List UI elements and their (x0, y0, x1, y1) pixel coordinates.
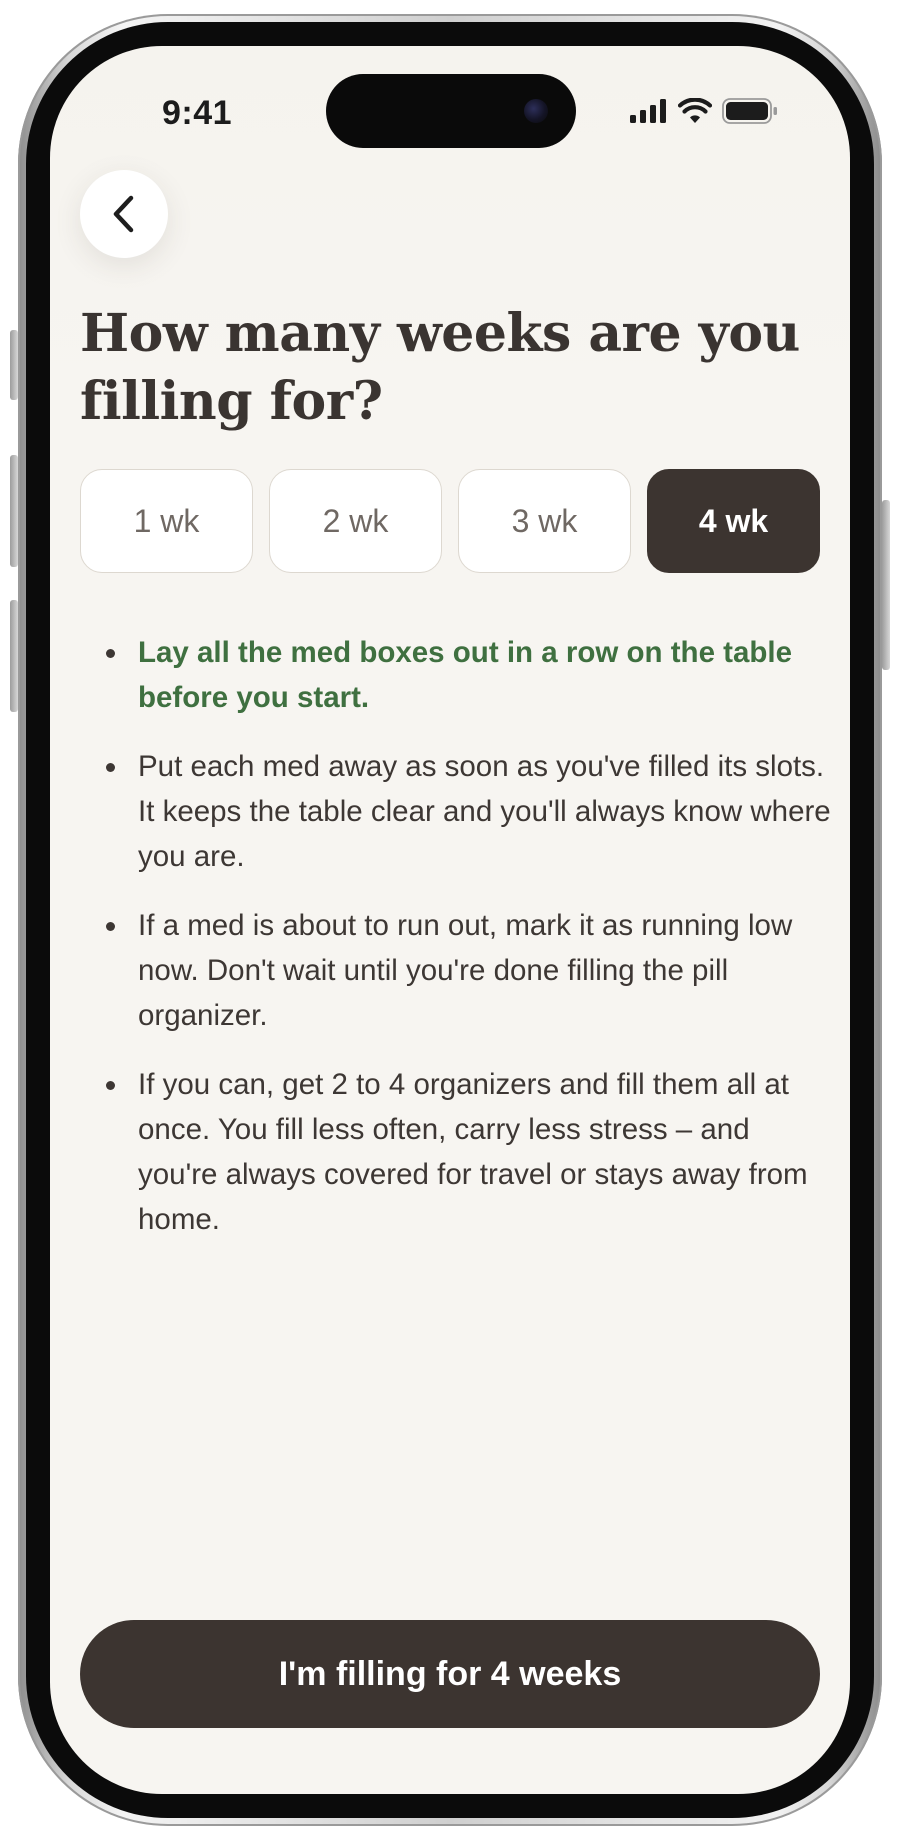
week-option-3[interactable]: 3 wk (458, 469, 631, 573)
wifi-icon (678, 98, 712, 123)
confirm-weeks-button[interactable]: I'm filling for 4 weeks (80, 1620, 820, 1728)
status-indicators (630, 98, 778, 124)
tip-item: If a med is about to run out, mark it as… (106, 903, 832, 1038)
page-title: How many weeks are you filling for? (80, 303, 800, 432)
phone-power-button (882, 500, 890, 670)
chevron-left-icon (113, 195, 134, 233)
front-camera-icon (524, 99, 548, 123)
app-screen: 9:41 How many weeks are you filling for? (50, 46, 850, 1794)
dynamic-island (326, 74, 576, 148)
phone-volume-down-button (10, 600, 18, 712)
tip-item: Put each med away as soon as you've fill… (106, 744, 832, 879)
tip-item: If you can, get 2 to 4 organizers and fi… (106, 1062, 832, 1242)
week-option-1[interactable]: 1 wk (80, 469, 253, 573)
back-button[interactable] (80, 170, 168, 258)
week-selector: 1 wk 2 wk 3 wk 4 wk (80, 469, 820, 573)
tip-item-highlighted: Lay all the med boxes out in a row on th… (106, 630, 832, 720)
week-option-4[interactable]: 4 wk (647, 469, 820, 573)
phone-volume-up-button (10, 455, 18, 567)
battery-icon (722, 98, 777, 124)
cellular-signal-icon (630, 99, 666, 123)
phone-action-button (10, 330, 18, 400)
status-time: 9:41 (162, 94, 233, 132)
tips-list: Lay all the med boxes out in a row on th… (80, 630, 832, 1266)
week-option-2[interactable]: 2 wk (269, 469, 442, 573)
